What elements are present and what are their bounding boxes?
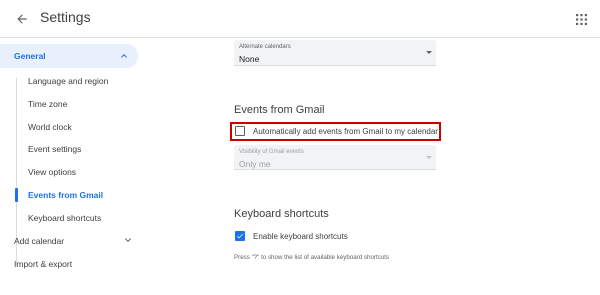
page-title: Settings	[40, 9, 91, 25]
sidebar-item-general[interactable]: General	[0, 44, 138, 68]
alternate-calendars-select[interactable]: Alternate calendars None	[234, 40, 436, 66]
chevron-down-icon[interactable]	[122, 234, 134, 246]
sidebar-item-add-calendar[interactable]: Add calendar	[14, 236, 131, 246]
auto-add-gmail-events-checkbox[interactable]	[235, 126, 245, 136]
top-bar: Settings	[0, 0, 600, 38]
sidebar-item-keyboard-shortcuts[interactable]: Keyboard shortcuts	[28, 213, 101, 223]
sidebar-item-general-label: General	[14, 51, 46, 61]
sidebar-item-events-from-gmail[interactable]: Events from Gmail	[28, 190, 103, 200]
sidebar-item-world-clock[interactable]: World clock	[28, 122, 72, 132]
sidebar-item-view-options[interactable]: View options	[28, 167, 76, 177]
settings-sidebar: General Language and region Time zone Wo…	[0, 38, 150, 295]
keyboard-shortcuts-hint: Press "?" to show the list of available …	[234, 254, 390, 261]
back-button[interactable]	[10, 7, 34, 31]
sidebar-item-add-calendar-label: Add calendar	[14, 236, 65, 246]
sidebar-item-language-and-region[interactable]: Language and region	[28, 76, 108, 86]
apps-button[interactable]	[572, 10, 590, 28]
sidebar-item-event-settings[interactable]: Event settings	[28, 144, 81, 154]
events-from-gmail-heading: Events from Gmail	[234, 104, 325, 116]
arrow-back-icon	[17, 14, 27, 24]
dropdown-arrow-icon	[426, 156, 432, 159]
settings-content: Alternate calendars None Events from Gma…	[150, 38, 600, 295]
alternate-calendars-value: None	[239, 54, 260, 64]
gmail-events-visibility-caption: Visibility of Gmail events	[239, 149, 304, 155]
enable-keyboard-shortcuts-checkbox[interactable]	[235, 231, 245, 241]
keyboard-shortcuts-heading: Keyboard shortcuts	[234, 208, 329, 220]
auto-add-gmail-events-option[interactable]: Automatically add events from Gmail to m…	[235, 126, 438, 136]
enable-keyboard-shortcuts-label: Enable keyboard shortcuts	[253, 231, 348, 241]
active-indicator	[15, 188, 18, 202]
gmail-events-visibility-select[interactable]: Visibility of Gmail events Only me	[234, 145, 436, 170]
apps-grid-icon	[575, 13, 587, 25]
checkmark-icon	[237, 233, 243, 239]
auto-add-gmail-events-label: Automatically add events from Gmail to m…	[253, 126, 438, 136]
enable-keyboard-shortcuts-option[interactable]: Enable keyboard shortcuts	[235, 231, 348, 241]
alternate-calendars-caption: Alternate calendars	[239, 44, 291, 50]
dropdown-arrow-icon	[426, 51, 432, 54]
chevron-up-icon[interactable]	[118, 50, 130, 62]
sidebar-item-time-zone[interactable]: Time zone	[28, 99, 67, 109]
sidebar-item-import-export[interactable]: Import & export	[14, 259, 72, 269]
gmail-events-visibility-value: Only me	[239, 159, 271, 169]
